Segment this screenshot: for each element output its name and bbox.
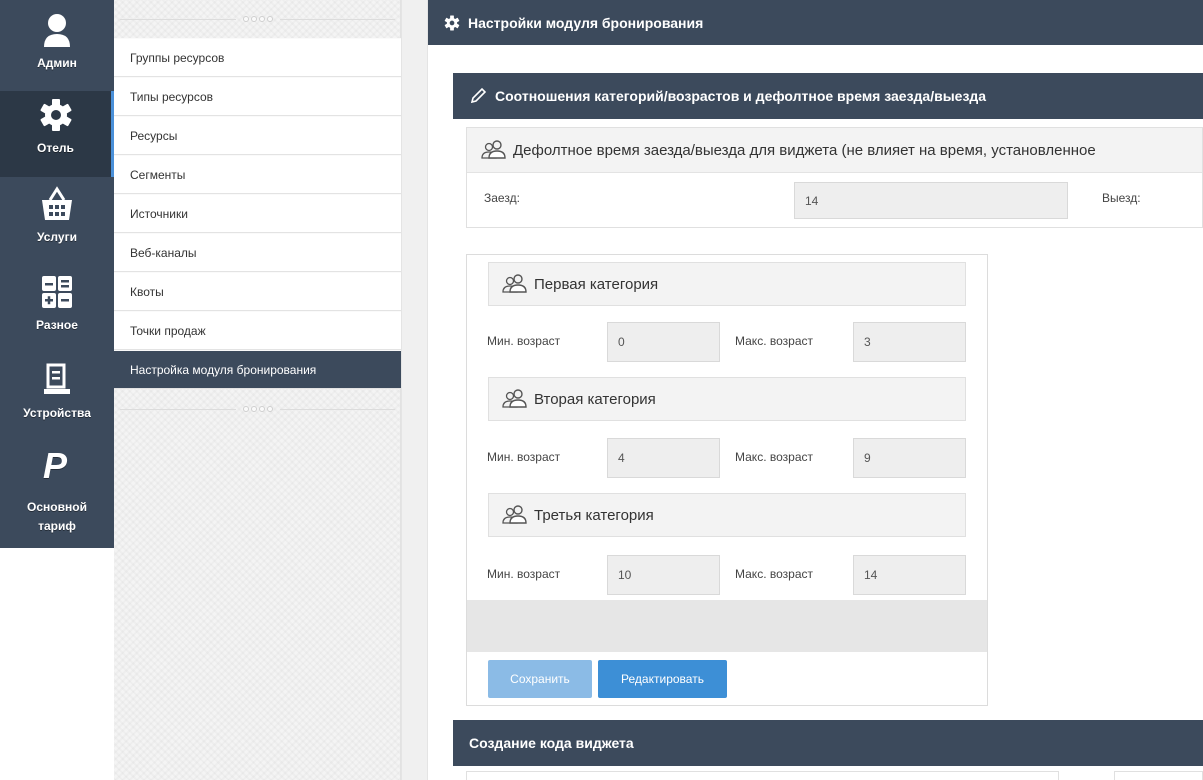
max-age-label: Макс. возраст: [735, 450, 813, 464]
rail-label: Админ: [37, 56, 77, 70]
checkin-label: Заезд:: [484, 191, 520, 205]
gear-icon: [39, 91, 73, 139]
rail-item-devices[interactable]: Устройства: [0, 356, 114, 438]
panel-title: Соотношения категорий/возрастов и дефолт…: [495, 88, 987, 104]
widget-panel-title: Создание кода виджета: [469, 735, 634, 751]
users-icon: [481, 140, 507, 160]
basket-icon: [40, 180, 74, 228]
gear-icon: [444, 14, 460, 31]
min-age-input[interactable]: 4: [607, 438, 720, 478]
users-icon: [502, 505, 528, 525]
form-footer-band: [467, 600, 987, 652]
submenu-item-quotas[interactable]: Квоты: [114, 272, 401, 311]
save-button[interactable]: Сохранить: [488, 660, 592, 698]
submenu-item-resource-types[interactable]: Типы ресурсов: [114, 77, 401, 116]
default-time-header: Дефолтное время заезда/выезда для виджет…: [467, 128, 1202, 173]
rail-label: Отель: [37, 141, 74, 155]
checkout-label: Выезд:: [1102, 191, 1141, 205]
page-title: Настройки модуля бронирования: [468, 14, 704, 31]
edit-button[interactable]: Редактировать: [598, 660, 727, 698]
submenu-item-web-channels[interactable]: Веб-каналы: [114, 233, 401, 272]
category-header: Вторая категория: [488, 377, 966, 421]
min-age-label: Мин. возраст: [487, 450, 561, 464]
rail-item-admin[interactable]: Админ: [0, 6, 114, 90]
rail-label: Основной тариф: [27, 500, 87, 533]
submenu-item-booking-module-settings[interactable]: Настройка модуля бронирования: [114, 350, 401, 389]
category-header: Третья категория: [488, 493, 966, 537]
min-age-label: Мин. возраст: [487, 567, 561, 581]
submenu-item-points-of-sale[interactable]: Точки продаж: [114, 311, 401, 350]
page-title-bar: Настройки модуля бронирования: [428, 0, 1203, 45]
default-time-title: Дефолтное время заезда/выезда для виджет…: [513, 141, 1096, 159]
resize-handle[interactable]: [114, 405, 401, 413]
category-title: Вторая категория: [534, 390, 656, 408]
rail-label: Устройства: [23, 406, 91, 420]
category-header: Первая категория: [488, 262, 966, 306]
ratios-panel-header: Соотношения категорий/возрастов и дефолт…: [453, 73, 1203, 119]
submenu-item-resources[interactable]: Ресурсы: [114, 116, 401, 155]
min-age-label: Мин. возраст: [487, 334, 561, 348]
min-age-input[interactable]: 0: [607, 322, 720, 362]
rail-item-base-tariff[interactable]: P Основной тариф: [0, 440, 114, 546]
widget-panel-header: Создание кода виджета: [453, 720, 1203, 766]
max-age-label: Макс. возраст: [735, 334, 813, 348]
max-age-label: Макс. возраст: [735, 567, 813, 581]
max-age-input[interactable]: 3: [853, 322, 966, 362]
widget-code-field-secondary[interactable]: [1114, 771, 1203, 780]
category-title: Третья категория: [534, 506, 654, 524]
resize-handle[interactable]: [114, 15, 401, 23]
category-title: Первая категория: [534, 275, 659, 293]
min-age-input[interactable]: 10: [607, 555, 720, 595]
users-icon: [502, 274, 528, 294]
calculator-icon: [41, 268, 73, 316]
printer-icon: [42, 356, 72, 404]
rail-label: Разное: [36, 318, 78, 332]
checkin-input[interactable]: 14: [794, 182, 1068, 219]
paypal-icon: P: [40, 440, 74, 488]
max-age-input[interactable]: 9: [853, 438, 966, 478]
widget-code-field[interactable]: [466, 771, 1059, 780]
submenu-item-sources[interactable]: Источники: [114, 194, 401, 233]
pencil-icon: [469, 87, 487, 105]
rail-item-misc[interactable]: Разное: [0, 268, 114, 352]
max-age-input[interactable]: 14: [853, 555, 966, 595]
rail-item-hotel[interactable]: Отель: [0, 91, 114, 177]
user-icon: [42, 6, 72, 54]
rail-label: Услуги: [37, 230, 77, 244]
rail-item-services[interactable]: Услуги: [0, 180, 114, 266]
svg-text:P: P: [43, 445, 68, 483]
users-icon: [502, 389, 528, 409]
submenu-list: Группы ресурсов Типы ресурсов Ресурсы Се…: [114, 38, 401, 389]
submenu-item-resource-groups[interactable]: Группы ресурсов: [114, 38, 401, 77]
icon-rail: Админ Отель Услуги Разное Устройства P О…: [0, 0, 114, 548]
splitter[interactable]: [401, 0, 428, 780]
submenu-item-segments[interactable]: Сегменты: [114, 155, 401, 194]
